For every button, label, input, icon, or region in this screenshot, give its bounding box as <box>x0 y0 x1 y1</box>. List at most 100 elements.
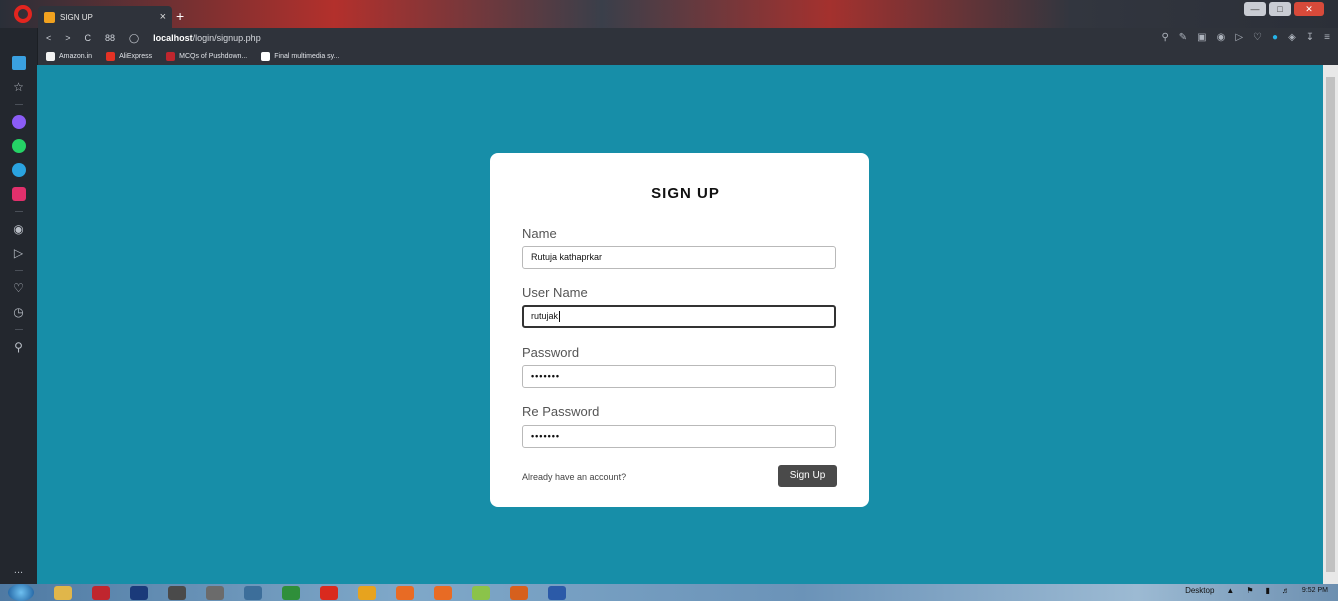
favicon-icon <box>44 11 55 23</box>
home-icon[interactable] <box>11 56 26 70</box>
taskbar-app-10[interactable] <box>396 585 414 600</box>
flag-icon[interactable]: ⚑ <box>1246 586 1253 595</box>
vpn-icon[interactable]: ● <box>1272 32 1278 43</box>
opera-sidebar: ☆ ◉ ▷ ♡ ◷ ⚲ ... <box>0 28 37 584</box>
star-icon[interactable]: ☆ <box>12 80 26 94</box>
taskbar-app-xampp[interactable] <box>510 585 528 600</box>
username-field[interactable]: rutujak <box>522 305 836 328</box>
minimize-button[interactable]: — <box>1244 2 1266 16</box>
address-bar-tools: ⚲ ✎ ▣ ◉ ▷ ♡ ● ◈ ↧ ≡ <box>1161 32 1330 43</box>
taskbar-app-photoshop[interactable] <box>130 585 148 600</box>
speed-dial-button[interactable]: 88 <box>105 33 115 43</box>
bookmark-label: Amazon.in <box>59 53 93 60</box>
bookmark-aliexpress[interactable]: AliExpress <box>106 52 152 61</box>
username-value: rutujak <box>531 311 559 321</box>
sidebar-divider <box>14 329 23 330</box>
site-info-icon[interactable]: ◯ <box>129 33 139 44</box>
camera-icon[interactable]: ▣ <box>1197 32 1206 43</box>
record-icon[interactable]: ◉ <box>1217 32 1226 43</box>
menu-icon[interactable]: ≡ <box>1324 32 1330 43</box>
forward-button[interactable]: > <box>65 33 70 43</box>
taskbar-app-5[interactable] <box>206 585 224 600</box>
sidebar-divider <box>14 270 23 271</box>
bookmark-label: AliExpress <box>119 53 153 60</box>
taskbar-app-9[interactable] <box>358 585 376 600</box>
start-button[interactable] <box>8 584 34 601</box>
taskbar-app-word[interactable] <box>548 585 566 600</box>
bookmarks-bar: Amazon.in AliExpress MCQs of Pushdown...… <box>38 48 1338 65</box>
bookmark-multimedia[interactable]: Final multimedia sy... <box>261 52 339 61</box>
flow-icon[interactable]: ▷ <box>12 246 26 260</box>
sidebar-divider <box>14 104 23 105</box>
password-label: Password <box>522 345 580 360</box>
tray-expand-icon[interactable]: ▲ <box>1226 586 1234 595</box>
system-tray: Desktop ▲ ⚑ ▮ ♬ 9:52 PM <box>1185 586 1328 595</box>
bookmark-mcqs[interactable]: MCQs of Pushdown... <box>166 52 247 61</box>
new-tab-button[interactable]: + <box>176 8 184 24</box>
taskbar-app-12[interactable] <box>472 585 490 600</box>
tab-title: SIGN UP <box>60 12 93 22</box>
whatsapp-icon[interactable] <box>11 139 26 153</box>
url-path: /login/signup.php <box>192 33 261 43</box>
address-bar: < > C 88 ◯ localhost/login/signup.php ⚲ … <box>38 28 1338 48</box>
name-value: Rutuja kathaprkar <box>531 252 603 262</box>
download-icon[interactable]: ↧ <box>1306 32 1314 43</box>
text-caret <box>559 311 561 323</box>
clock[interactable]: 9:52 PM <box>1302 587 1328 595</box>
name-field[interactable]: Rutuja kathaprkar <box>522 246 836 269</box>
password-field[interactable]: ••••••• <box>522 365 836 388</box>
bookmark-amazon[interactable]: Amazon.in <box>46 52 92 61</box>
messenger-icon[interactable] <box>11 115 26 129</box>
telegram-icon[interactable] <box>11 163 26 177</box>
aliexpress-icon <box>106 52 116 61</box>
history-icon[interactable]: ◷ <box>12 305 26 319</box>
taskbar-app-chrome[interactable] <box>282 585 300 600</box>
opera-logo-icon[interactable] <box>14 5 32 23</box>
already-account-link[interactable]: Already have an account? <box>522 472 626 482</box>
taskbar-app-explorer[interactable] <box>54 585 72 600</box>
page-scrollbar[interactable] <box>1323 65 1338 584</box>
repassword-field[interactable]: ••••••• <box>522 425 836 448</box>
heart-icon[interactable]: ♡ <box>12 281 26 295</box>
send-icon[interactable]: ▷ <box>1235 32 1243 43</box>
sidebar-more-button[interactable]: ... <box>14 564 23 576</box>
taskbar-app-opera[interactable] <box>92 585 110 600</box>
mcqs-icon <box>166 52 176 61</box>
repassword-label: Re Password <box>522 404 600 419</box>
repassword-value: ••••••• <box>531 431 561 441</box>
back-button[interactable]: < <box>46 33 51 43</box>
volume-icon[interactable]: ♬ <box>1282 586 1290 595</box>
extension-icon[interactable]: ◈ <box>1288 32 1296 43</box>
reload-button[interactable]: C <box>85 33 92 43</box>
signup-button[interactable]: Sign Up <box>778 465 837 487</box>
form-title: SIGN UP <box>651 185 720 202</box>
signup-card: SIGN UP Name Rutuja kathaprkar User Name… <box>490 153 869 507</box>
url-host: localhost <box>153 33 193 43</box>
player-icon[interactable]: ◉ <box>12 222 26 236</box>
bookmark-label: MCQs of Pushdown... <box>179 53 248 60</box>
url-field[interactable]: localhost/login/signup.php <box>153 33 261 43</box>
taskbar-app-6[interactable] <box>244 585 262 600</box>
search-icon[interactable]: ⚲ <box>1161 32 1168 43</box>
password-value: ••••••• <box>531 371 561 381</box>
snapshot-icon[interactable]: ✎ <box>1179 32 1187 43</box>
desktop-toolbar[interactable]: Desktop <box>1185 586 1214 595</box>
username-label: User Name <box>522 285 588 300</box>
network-icon[interactable]: ▮ <box>1266 586 1270 595</box>
windows-taskbar: Desktop ▲ ⚑ ▮ ♬ 9:52 PM <box>0 584 1338 601</box>
close-window-button[interactable]: ✕ <box>1294 2 1324 16</box>
name-label: Name <box>522 226 557 241</box>
taskbar-app-acrobat[interactable] <box>320 585 338 600</box>
tab-signup[interactable]: SIGN UP × <box>38 6 172 28</box>
scrollbar-thumb[interactable] <box>1326 77 1335 572</box>
bookmark-label: Final multimedia sy... <box>274 53 340 60</box>
taskbar-app-4[interactable] <box>168 585 186 600</box>
tab-strip: SIGN UP × + ⚲ — □ ✕ <box>0 0 1338 28</box>
instagram-icon[interactable] <box>11 187 26 201</box>
heart-icon[interactable]: ♡ <box>1253 32 1262 43</box>
pin-icon[interactable]: ⚲ <box>12 340 26 354</box>
maximize-button[interactable]: □ <box>1269 2 1291 16</box>
tab-close-icon[interactable]: × <box>160 11 166 23</box>
taskbar-app-11[interactable] <box>434 585 452 600</box>
amazon-icon <box>46 52 55 61</box>
